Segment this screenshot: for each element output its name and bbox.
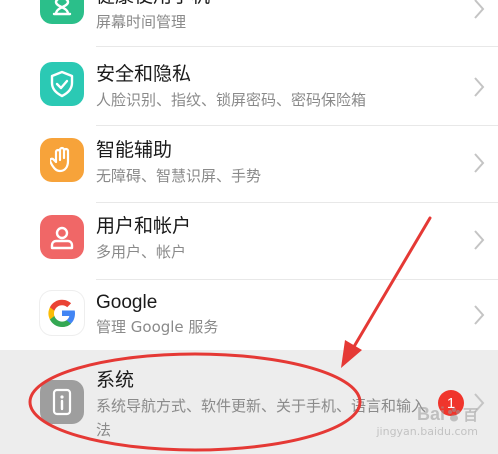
hourglass-icon bbox=[40, 0, 84, 24]
settings-item-users-accounts[interactable]: 用户和帐户 多用户、帐户 bbox=[0, 203, 498, 281]
settings-item-smart-assistance[interactable]: 智能辅助 无障碍、智慧识屏、手势 bbox=[0, 126, 498, 204]
settings-item-title: 系统 bbox=[96, 369, 135, 391]
settings-item-subtitle: 管理 Google 服务 bbox=[96, 318, 219, 336]
divider bbox=[96, 46, 498, 47]
settings-item-security-privacy[interactable]: 安全和隐私 人脸识别、指纹、锁屏密码、密码保险箱 bbox=[0, 48, 498, 126]
settings-item-digital-balance[interactable]: 健康使用手机 屏幕时间管理 bbox=[0, 0, 498, 48]
watermark-text: jingyan.baidu.com bbox=[376, 425, 478, 438]
settings-item-subtitle: 多用户、帐户 bbox=[96, 243, 187, 261]
shield-check-icon bbox=[40, 62, 84, 106]
chevron-right-icon bbox=[474, 77, 485, 97]
settings-item-subtitle: 屏幕时间管理 bbox=[96, 13, 187, 31]
watermark-logo: Bai 百 bbox=[417, 404, 478, 425]
settings-item-system[interactable]: 系统 系统导航方式、软件更新、关于手机、语言和输入法 1 bbox=[0, 350, 498, 454]
watermark-logo-text: Bai bbox=[416, 404, 445, 424]
chevron-right-icon bbox=[474, 0, 485, 19]
settings-item-subtitle: 人脸识别、指纹、锁屏密码、密码保险箱 bbox=[96, 91, 367, 109]
watermark-logo-tail: 百 bbox=[462, 406, 478, 424]
hand-icon bbox=[40, 138, 84, 182]
chevron-right-icon bbox=[474, 153, 485, 173]
settings-item-subtitle: 无障碍、智慧识屏、手势 bbox=[96, 167, 262, 185]
google-logo-icon bbox=[40, 291, 84, 335]
settings-item-title: 智能辅助 bbox=[96, 139, 173, 161]
chevron-right-icon bbox=[474, 230, 485, 250]
settings-item-title: 用户和帐户 bbox=[96, 215, 192, 237]
user-icon bbox=[40, 215, 84, 259]
baidu-jingyan-watermark: Bai 百 jingyan.baidu.com bbox=[376, 404, 478, 438]
phone-info-icon bbox=[40, 380, 84, 424]
settings-item-title: 安全和隐私 bbox=[96, 63, 192, 85]
settings-item-google[interactable]: Google 管理 Google 服务 bbox=[0, 280, 498, 350]
settings-item-title: Google bbox=[96, 292, 158, 313]
chevron-right-icon bbox=[474, 305, 485, 325]
paw-icon bbox=[447, 407, 460, 421]
settings-screen: 健康使用手机 屏幕时间管理 安全和隐私 人脸识别、指纹、锁屏密码、密码保险箱 智… bbox=[0, 0, 498, 454]
settings-item-title: 健康使用手机 bbox=[96, 0, 210, 8]
